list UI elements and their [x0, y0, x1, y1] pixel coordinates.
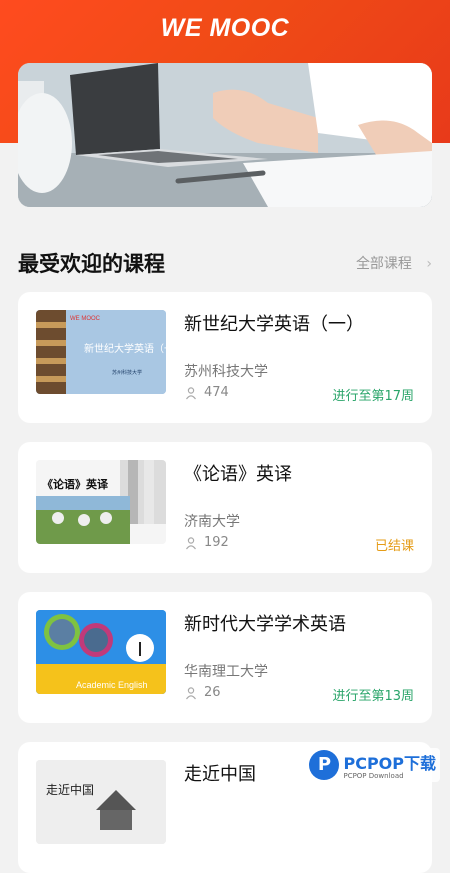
person-icon [186, 536, 196, 549]
chevron-right-icon: › [426, 256, 432, 272]
course-thumbnail: Academic English [36, 610, 166, 694]
course-school: 济南大学 [184, 514, 240, 530]
course-status: 进行至第17周 [332, 389, 414, 404]
thumb-school: 苏州科技大学 [112, 369, 142, 376]
enrollment-count: 26 [184, 685, 221, 700]
course-card[interactable]: WE MOOC 新世纪大学英语（一） 苏州科技大学 新世纪大学英语（一） 苏州科… [18, 292, 432, 423]
course-status: 已结课 [374, 539, 414, 554]
section-title-popular: 最受欢迎的课程 [18, 252, 165, 276]
course-thumbnail: 《论语》英译 [36, 460, 166, 544]
course-card[interactable]: Academic English 新时代大学学术英语 华南理工大学 26 进行至… [18, 592, 432, 723]
all-courses-link[interactable]: 全部课程 › [356, 253, 432, 273]
thumb-logo: WE MOOC [70, 316, 101, 322]
enrollment-count: 474 [184, 385, 229, 400]
thumb-caption: 新世纪大学英语（一） [84, 342, 166, 355]
enrollment-number: 474 [204, 385, 229, 400]
course-title: 走近中国 [184, 764, 256, 785]
watermark-text: PCPOP下载 [343, 754, 436, 773]
thumb-caption: Academic English [76, 680, 148, 690]
course-school: 苏州科技大学 [184, 364, 268, 380]
course-thumbnail: WE MOOC 新世纪大学英语（一） 苏州科技大学 [36, 310, 166, 394]
all-courses-label: 全部课程 [355, 256, 412, 272]
person-icon [186, 686, 196, 699]
course-title: 《论语》英译 [184, 464, 292, 485]
enrollment-number: 192 [204, 535, 229, 550]
banner-laptop-image [18, 63, 432, 207]
app-logo: WE MOOC [160, 14, 290, 42]
course-title: 新世纪大学英语（一） [184, 314, 364, 335]
pcpop-logo-icon: P [309, 750, 340, 780]
course-school: 华南理工大学 [184, 664, 268, 680]
thumb-caption: 走近中国 [46, 782, 94, 797]
thumb-caption: 《论语》英译 [42, 477, 109, 491]
person-icon [186, 386, 196, 399]
course-card[interactable]: 《论语》英译 《论语》英译 济南大学 192 已结课 [18, 442, 432, 573]
enrollment-count: 192 [184, 535, 229, 550]
course-status: 进行至第13周 [332, 689, 414, 704]
hero-banner[interactable] [18, 63, 432, 207]
watermark: P PCPOP下载 PCPOP Download [305, 748, 440, 782]
enrollment-number: 26 [204, 685, 221, 700]
course-title: 新时代大学学术英语 [184, 614, 346, 635]
course-thumbnail: 走近中国 [36, 760, 166, 844]
